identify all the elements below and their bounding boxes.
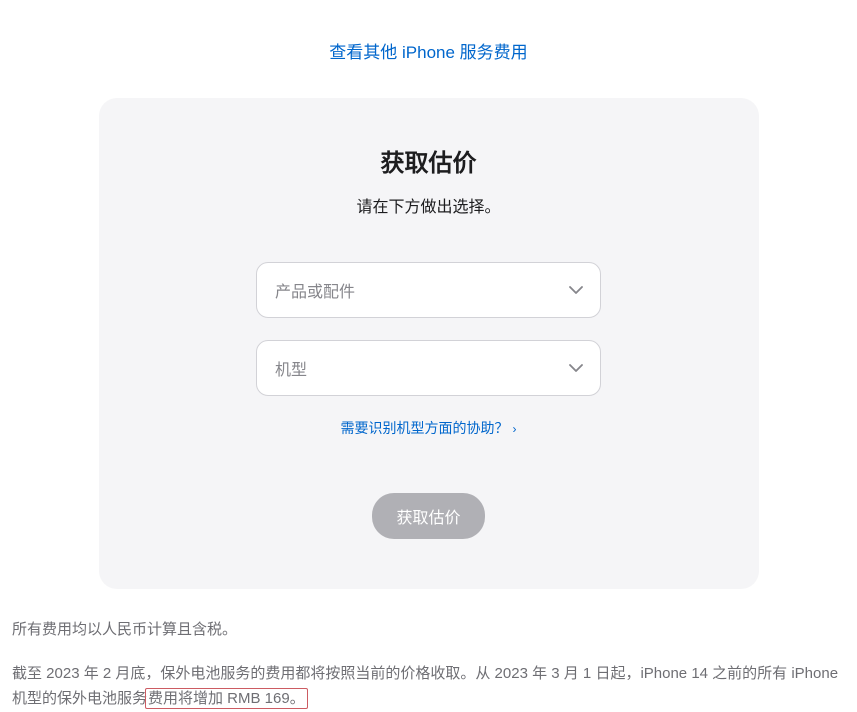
product-select[interactable]: 产品或配件 — [256, 262, 601, 318]
model-select[interactable]: 机型 — [256, 340, 601, 396]
card-subtitle: 请在下方做出选择。 — [139, 193, 719, 217]
footnote-tax: 所有费用均以人民币计算且含税。 — [12, 617, 847, 643]
other-services-link[interactable]: 查看其他 iPhone 服务费用 — [329, 43, 527, 62]
identify-model-help-link[interactable]: 需要识别机型方面的协助？ › — [341, 420, 517, 436]
product-select-wrapper: 产品或配件 — [256, 262, 601, 318]
footnotes: 所有费用均以人民币计算且含税。 截至 2023 年 2 月底，保外电池服务的费用… — [12, 617, 847, 712]
top-link-wrapper: 查看其他 iPhone 服务费用 — [0, 38, 857, 63]
help-link-label: 需要识别机型方面的协助？ — [341, 420, 509, 436]
get-estimate-button[interactable]: 获取估价 — [372, 493, 484, 539]
chevron-right-icon: › — [513, 422, 517, 436]
help-link-wrapper: 需要识别机型方面的协助？ › — [139, 418, 719, 438]
estimate-card: 获取估价 请在下方做出选择。 产品或配件 机型 需要识别机型方面的协助？ › 获取… — [99, 98, 759, 589]
footnote-price-change-text-a: 截至 2023 年 2 月底，保外电池服务的费用都将按照当前的价格收取。从 20… — [12, 665, 838, 708]
model-select-wrapper: 机型 — [256, 340, 601, 396]
card-title: 获取估价 — [139, 143, 719, 178]
footnote-price-change: 截至 2023 年 2 月底，保外电池服务的费用都将按照当前的价格收取。从 20… — [12, 661, 847, 712]
page-container: 查看其他 iPhone 服务费用 获取估价 请在下方做出选择。 产品或配件 机型… — [0, 0, 857, 712]
footnote-highlight: 费用将增加 RMB 169。 — [145, 688, 308, 709]
